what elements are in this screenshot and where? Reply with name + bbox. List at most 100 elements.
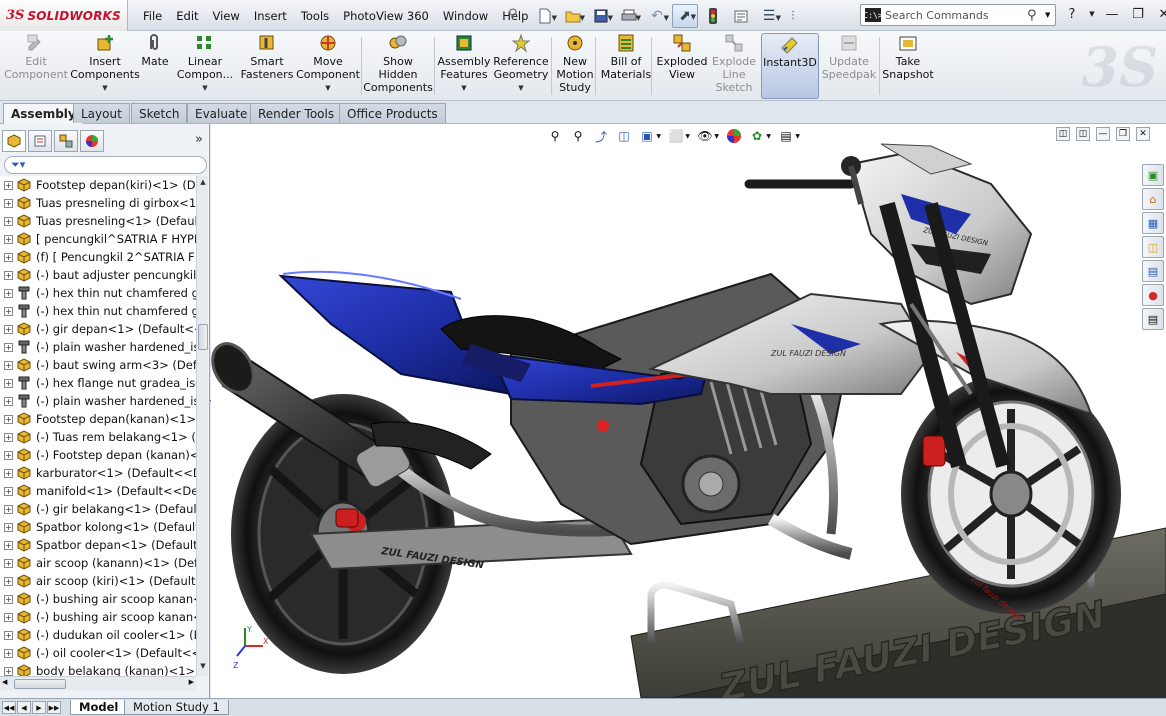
search-commands-box[interactable]: C:\> Search Commands ⚲ ▼: [860, 4, 1056, 26]
restore-button[interactable]: ❐: [1128, 4, 1148, 24]
last-tab-icon[interactable]: ▶▶: [47, 701, 61, 714]
scroll-down-icon[interactable]: ▼: [198, 662, 208, 674]
select-button[interactable]: ⬈ ▼: [672, 3, 698, 28]
split-vertical-icon[interactable]: ◫: [1076, 127, 1090, 141]
file-properties-button[interactable]: [728, 4, 754, 28]
search-icon[interactable]: ⚲: [1027, 8, 1045, 23]
pin-icon[interactable]: ⚲: [508, 7, 524, 23]
feature-tree-item[interactable]: + (-) hex thin nut chamfered g: [0, 284, 196, 302]
tab-sketch[interactable]: Sketch: [131, 103, 188, 123]
viewport-restore-icon[interactable]: ❐: [1116, 127, 1130, 141]
menu-view[interactable]: View: [206, 9, 247, 23]
expand-node-icon[interactable]: +: [4, 288, 13, 298]
feature-tree-item[interactable]: + Spatbor kolong<1> (Default: [0, 518, 196, 536]
feature-tree-item[interactable]: + Spatbor depan<1> (Default<: [0, 536, 196, 554]
print-button[interactable]: ▼: [616, 4, 642, 28]
smart-fasteners-button[interactable]: Smart Fasteners: [238, 33, 296, 99]
feature-tree-item[interactable]: + (-) hex thin nut chamfered g: [0, 302, 196, 320]
feature-tree-item[interactable]: + manifold<1> (Default<<Def: [0, 482, 196, 500]
feature-tree-item[interactable]: + (-) baut swing arm<3> (Defa: [0, 356, 196, 374]
feature-tree-item[interactable]: + (-) plain washer hardened_is: [0, 338, 196, 356]
appearances-tab[interactable]: ●: [1142, 284, 1164, 306]
feature-manager-tab[interactable]: [2, 130, 26, 152]
minimize-button[interactable]: —: [1102, 4, 1122, 24]
viewport-close-icon[interactable]: ✕: [1136, 127, 1150, 141]
bill-of-materials-button[interactable]: Bill of Materials: [598, 33, 654, 99]
chevron-down-icon[interactable]: ▼: [518, 82, 523, 95]
feature-tree-item[interactable]: + (-) dudukan oil cooler<1> (D: [0, 626, 196, 644]
feature-tree-item[interactable]: + (-) gir belakang<1> (Default: [0, 500, 196, 518]
expand-node-icon[interactable]: +: [4, 594, 13, 604]
horizontal-scroll-thumb[interactable]: [14, 679, 66, 689]
new-document-button[interactable]: ▼: [532, 4, 558, 28]
expand-node-icon[interactable]: +: [4, 576, 13, 586]
edit-appearance-button[interactable]: [724, 126, 744, 146]
prev-tab-icon[interactable]: ◀: [17, 701, 31, 714]
display-style-button[interactable]: ⬜ ▼: [666, 126, 690, 146]
feature-tree-item[interactable]: + air scoop (kanann)<1> (Defa: [0, 554, 196, 572]
zoom-to-fit-button[interactable]: ⚲: [545, 126, 565, 146]
graphics-area[interactable]: ZUL FAUZI DESIGN ZUL FAUZI DESIGN ZUL FA…: [211, 124, 1166, 698]
home-tab[interactable]: ⌂: [1142, 188, 1164, 210]
motorcycle-model[interactable]: ZUL FAUZI DESIGN ZUL FAUZI DESIGN ZUL FA…: [211, 124, 1166, 698]
expand-node-icon[interactable]: +: [4, 216, 13, 226]
solidworks-logo[interactable]: 3S SOLIDWORKS: [0, 0, 128, 31]
feature-tree-item[interactable]: + air scoop (kiri)<1> (Default<: [0, 572, 196, 590]
feature-tree-item[interactable]: + (-) gir depan<1> (Default<<: [0, 320, 196, 338]
feature-tree-item[interactable]: + Tuas presneling di girbox<1>: [0, 194, 196, 212]
zoom-to-area-button[interactable]: ⚲: [568, 126, 588, 146]
update-speedpak-button[interactable]: Update Speedpak: [820, 33, 878, 99]
view-palette-tab[interactable]: ▤: [1142, 260, 1164, 282]
feature-tree-item[interactable]: + (f) [ Pencungkil 2^SATRIA F: [0, 248, 196, 266]
tree-vertical-scrollbar[interactable]: ▲ ▼: [196, 176, 208, 676]
edit-component-button[interactable]: Edit Component: [0, 33, 72, 99]
expand-node-icon[interactable]: +: [4, 504, 13, 514]
chevron-down-icon[interactable]: ▼: [102, 82, 107, 95]
tab-office-products[interactable]: Office Products: [339, 103, 446, 123]
expand-node-icon[interactable]: +: [4, 252, 13, 262]
feature-tree-item[interactable]: + (-) oil cooler<1> (Default<<I: [0, 644, 196, 662]
expand-node-icon[interactable]: +: [4, 486, 13, 496]
menu-file[interactable]: File: [136, 9, 169, 23]
configuration-manager-tab[interactable]: [54, 130, 78, 152]
menu-photoview[interactable]: PhotoView 360: [336, 9, 436, 23]
scroll-thumb[interactable]: [198, 324, 208, 350]
section-view-button[interactable]: ◫: [614, 126, 634, 146]
view-orientation-button[interactable]: ▣ ▼: [637, 126, 661, 146]
feature-tree-item[interactable]: + Footstep depan(kiri)<1> (De: [0, 176, 196, 194]
feature-tree-item[interactable]: + [ pencungkil^SATRIA F HYPI: [0, 230, 196, 248]
expand-node-icon[interactable]: +: [4, 306, 13, 316]
tab-model[interactable]: Model: [70, 700, 128, 715]
chevron-down-icon[interactable]: ▼: [461, 82, 466, 95]
feature-tree-item[interactable]: + Footstep depan(kanan)<1> (: [0, 410, 196, 428]
insert-components-button[interactable]: Insert Components ▼: [70, 33, 140, 99]
feature-tree-item[interactable]: + (-) baut adjuster pencungkil: [0, 266, 196, 284]
tab-layout[interactable]: Layout: [73, 103, 130, 123]
previous-view-button[interactable]: ⤴: [591, 126, 611, 146]
explode-line-sketch-button[interactable]: Explode Line Sketch: [708, 33, 760, 99]
expand-node-icon[interactable]: +: [4, 630, 13, 640]
new-motion-study-button[interactable]: New Motion Study: [556, 33, 594, 99]
exploded-view-button[interactable]: Exploded View: [654, 33, 710, 99]
property-manager-tab[interactable]: [28, 130, 52, 152]
expand-node-icon[interactable]: +: [4, 648, 13, 658]
menu-window[interactable]: Window: [436, 9, 495, 23]
expand-node-icon[interactable]: +: [4, 432, 13, 442]
expand-node-icon[interactable]: +: [4, 198, 13, 208]
assembly-features-button[interactable]: Assembly Features ▼: [436, 33, 492, 99]
custom-properties-tab[interactable]: ▤: [1142, 308, 1164, 330]
expand-node-icon[interactable]: +: [4, 180, 13, 190]
first-tab-icon[interactable]: ◀◀: [2, 701, 16, 714]
tab-evaluate[interactable]: Evaluate: [187, 103, 256, 123]
help-icon[interactable]: ?: [1062, 4, 1082, 24]
scroll-left-icon[interactable]: ◀: [2, 678, 7, 686]
expand-node-icon[interactable]: +: [4, 450, 13, 460]
expand-node-icon[interactable]: +: [4, 558, 13, 568]
feature-tree-item[interactable]: + Tuas presneling<1> (Default: [0, 212, 196, 230]
hide-show-items-button[interactable]: 👁 ▼: [695, 126, 719, 146]
expand-node-icon[interactable]: +: [4, 360, 13, 370]
options-button[interactable]: ☰ ▼: [756, 4, 782, 28]
expand-node-icon[interactable]: +: [4, 270, 13, 280]
instant3d-button[interactable]: Instant3D: [761, 33, 819, 99]
view-settings-button[interactable]: ▤ ▼: [776, 126, 800, 146]
